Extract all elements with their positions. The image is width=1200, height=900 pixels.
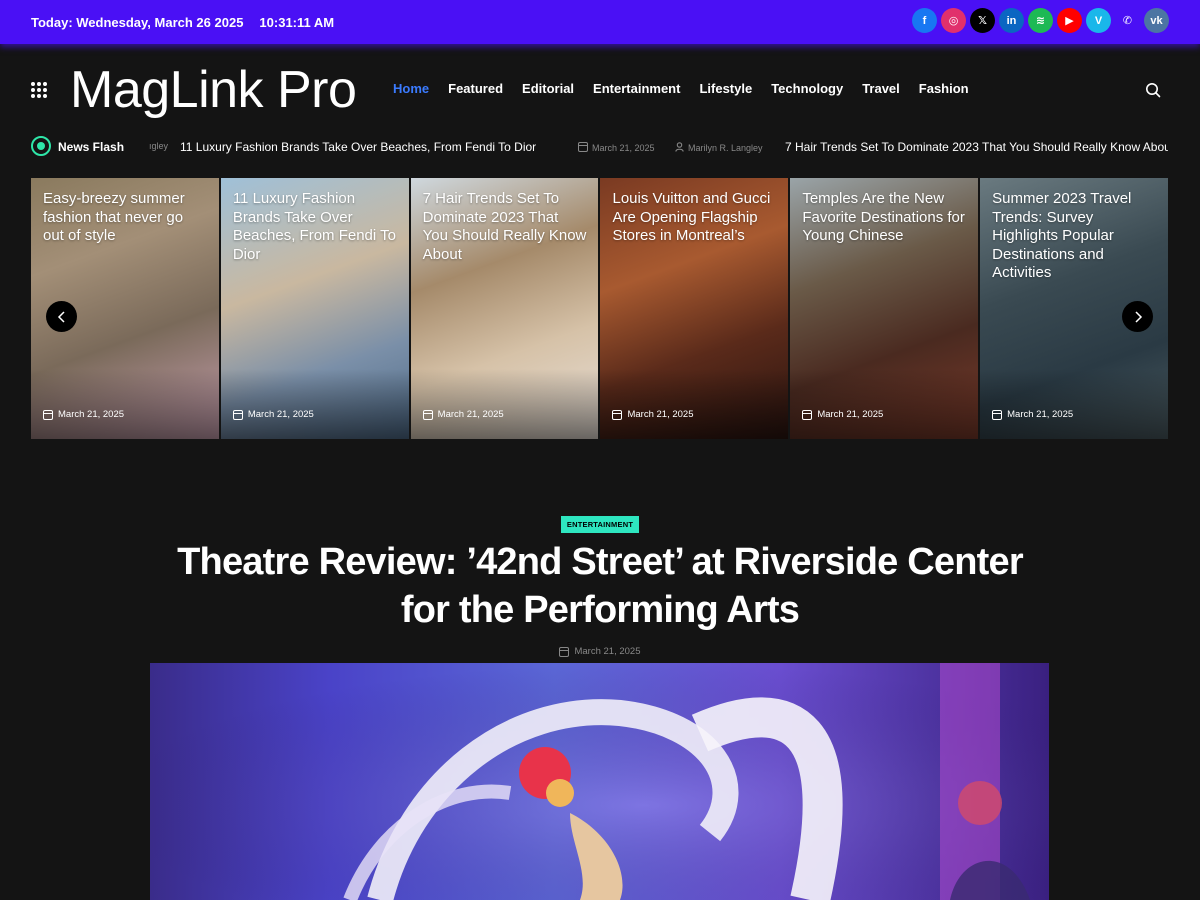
card-date: March 21, 2025 — [43, 409, 124, 420]
nav-item-fashion[interactable]: Fashion — [919, 81, 969, 96]
card-date: March 21, 2025 — [612, 409, 694, 420]
vimeo-icon[interactable]: V — [1086, 8, 1111, 33]
top-bar: Today: Wednesday, March 26 2025 10:31:11… — [0, 0, 1200, 44]
vk-icon[interactable]: vk — [1144, 8, 1169, 33]
instagram-icon[interactable]: ◎ — [941, 8, 966, 33]
whatsapp-icon[interactable]: ✆ — [1115, 8, 1140, 33]
nav-item-featured[interactable]: Featured — [448, 81, 503, 96]
search-icon[interactable] — [1145, 82, 1161, 98]
nav-item-technology[interactable]: Technology — [771, 81, 843, 96]
card-title[interactable]: 7 Hair Trends Set To Dominate 2023 That … — [423, 190, 587, 264]
card-title[interactable]: Summer 2023 Travel Trends: Survey Highli… — [992, 190, 1156, 283]
card-date: March 21, 2025 — [422, 409, 504, 420]
social-links: f ◎ 𝕏in ≋ ▶ V ✆ vk — [912, 8, 1169, 33]
calendar-icon — [559, 646, 570, 657]
dancer-photo — [150, 663, 1049, 900]
news-ticker: ıgley 11 Luxury Fashion Brands Take Over… — [149, 136, 1168, 158]
chevron-left-icon — [57, 310, 65, 323]
calendar-icon — [422, 409, 433, 420]
nav-item-editorial[interactable]: Editorial — [522, 81, 574, 96]
facebook-icon[interactable]: f — [912, 8, 937, 33]
slider-card[interactable]: Louis Vuitton and Gucci Are Opening Flag… — [600, 178, 789, 439]
spotify-icon[interactable]: ≋ — [1028, 8, 1053, 33]
news-flash-bar: News Flash ıgley 11 Luxury Fashion Brand… — [31, 136, 1168, 158]
card-title[interactable]: Louis Vuitton and Gucci Are Opening Flag… — [612, 190, 776, 246]
chevron-right-icon — [1134, 310, 1142, 323]
slider-card[interactable]: 11 Luxury Fashion Brands Take Over Beach… — [220, 178, 409, 439]
featured-slider: Easy-breezy summer fashion that never go… — [31, 178, 1168, 439]
card-date: March 21, 2025 — [232, 409, 314, 420]
card-title[interactable]: Temples Are the New Favorite Destination… — [802, 190, 966, 246]
nav-item-lifestyle[interactable]: Lifestyle — [699, 81, 752, 96]
article-hero-image[interactable] — [150, 663, 1049, 900]
article-date: March 21, 2025 — [0, 646, 1200, 657]
calendar-icon — [992, 409, 1003, 420]
card-title[interactable]: Easy-breezy summer fashion that never go… — [43, 190, 207, 246]
linkedin-icon[interactable]: in — [999, 8, 1024, 33]
slider-card[interactable]: 7 Hair Trends Set To Dominate 2023 That … — [410, 178, 599, 439]
current-date: Today: Wednesday, March 26 2025 — [31, 14, 244, 30]
calendar-icon — [612, 409, 623, 420]
youtube-icon[interactable]: ▶ — [1057, 8, 1082, 33]
card-gradient — [410, 369, 599, 439]
card-date: March 21, 2025 — [802, 409, 883, 420]
x-icon[interactable]: 𝕏 — [970, 8, 995, 33]
category-badge[interactable]: ENTERTAINMENT — [561, 516, 639, 533]
calendar-icon — [578, 142, 588, 152]
current-time: 10:31:11 AM — [259, 14, 335, 30]
nav-item-travel[interactable]: Travel — [862, 81, 900, 96]
calendar-icon — [232, 409, 243, 420]
ticker-item[interactable]: 7 Hair Trends Set To Dominate 2023 That … — [785, 140, 1168, 154]
site-logo[interactable]: MagLink Pro — [70, 60, 357, 120]
news-flash-icon — [31, 136, 51, 156]
calendar-icon — [802, 409, 813, 420]
card-gradient — [980, 369, 1168, 439]
ticker-author[interactable]: Marilyn R. Langley — [675, 142, 763, 153]
slider-card[interactable]: Temples Are the New Favorite Destination… — [790, 178, 979, 439]
card-gradient — [790, 369, 979, 439]
site-header: MagLink Pro Home Featured Editorial Enterta… — [0, 48, 1200, 132]
ticker-fragment: ıgley — [149, 141, 169, 151]
news-flash-label: News Flash — [58, 140, 125, 154]
card-date: March 21, 2025 — [992, 409, 1073, 420]
ticker-item[interactable]: 11 Luxury Fashion Brands Take Over Beach… — [180, 140, 536, 154]
card-title[interactable]: 11 Luxury Fashion Brands Take Over Beach… — [233, 190, 397, 264]
card-gradient — [600, 369, 789, 439]
main-nav: Home Featured Editorial Entertainment Lifest… — [393, 81, 988, 96]
nav-item-home[interactable]: Home — [393, 81, 429, 96]
user-icon — [675, 142, 684, 152]
article-title[interactable]: Theatre Review: ’42nd Street’ at Riversi… — [150, 538, 1050, 634]
menu-grid-icon[interactable] — [31, 82, 47, 98]
nav-item-entertainment[interactable]: Entertainment — [593, 81, 680, 96]
slider-next-button[interactable] — [1122, 301, 1153, 332]
slider-prev-button[interactable] — [46, 301, 77, 332]
card-gradient — [31, 369, 219, 439]
card-gradient — [220, 369, 409, 439]
ticker-date: March 21, 2025 — [578, 142, 655, 153]
calendar-icon — [43, 409, 53, 420]
